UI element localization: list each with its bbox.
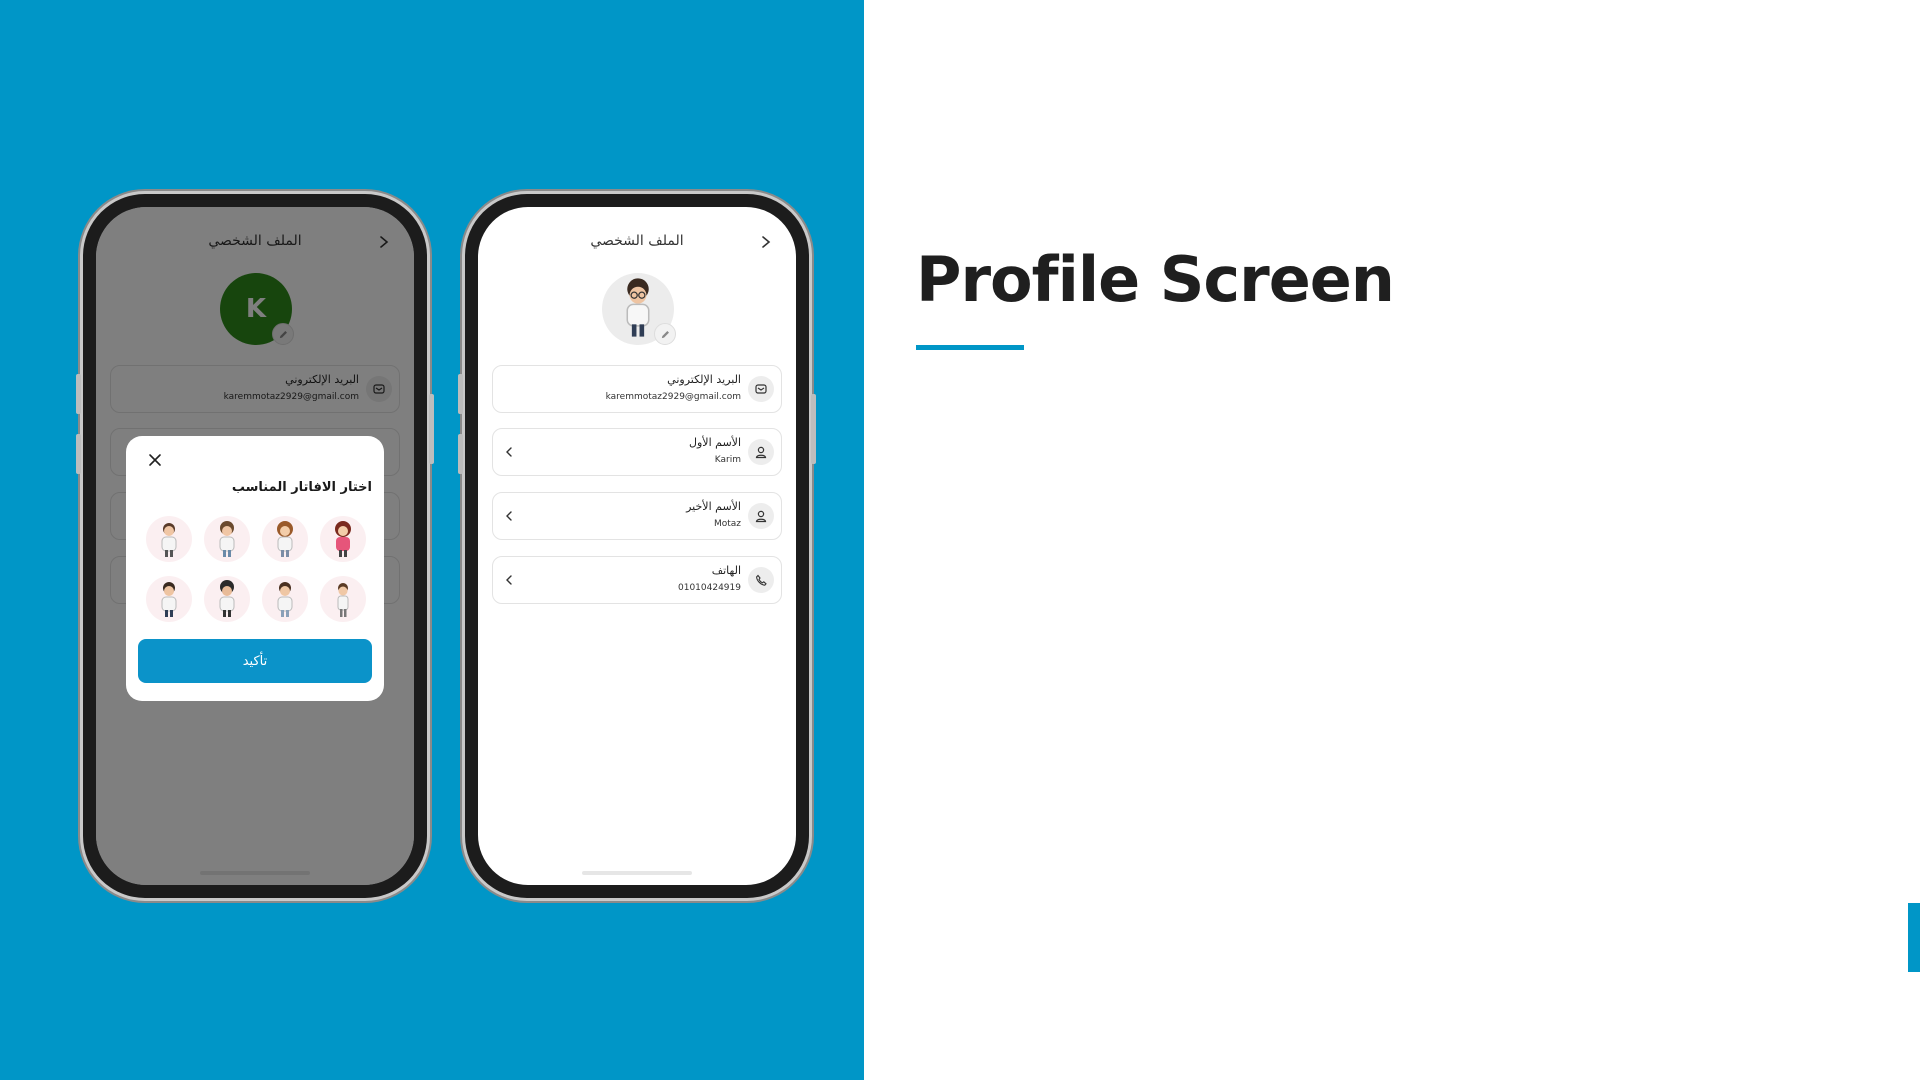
avatar-options-grid <box>140 516 372 628</box>
last-name-value: Motaz <box>713 519 741 529</box>
home-indicator <box>582 871 692 875</box>
email-value: karemmotaz2929@gmail.com <box>605 392 741 402</box>
confirm-button[interactable]: تأكيد <box>138 639 372 683</box>
avatar-option[interactable] <box>146 516 192 562</box>
chevron-left-icon <box>506 575 512 585</box>
volume-button <box>458 434 463 474</box>
chevron-right-icon[interactable] <box>758 234 774 250</box>
dialog-title: اختار الافاتار المناسب <box>231 480 372 495</box>
screen-title: الملف الشخصي <box>590 233 684 249</box>
chevron-left-icon <box>506 511 512 521</box>
top-bar: الملف الشخصي <box>478 207 796 273</box>
profile-avatar[interactable] <box>602 273 676 345</box>
avatar-option[interactable] <box>320 576 366 622</box>
heading-underline <box>916 345 1024 350</box>
person-icon <box>748 439 774 465</box>
phone-screen: الملف الشخصي K البريد الإلكتروني karemmo… <box>96 207 414 885</box>
volume-button <box>76 434 81 474</box>
pencil-icon[interactable] <box>654 323 676 345</box>
chevron-left-icon <box>506 447 512 457</box>
close-icon[interactable] <box>148 453 162 467</box>
volume-button <box>76 374 81 414</box>
phone-field[interactable]: الهاتف 01010424919 <box>492 556 782 604</box>
avatar-option[interactable] <box>262 516 308 562</box>
email-field: البريد الإلكتروني karemmotaz2929@gmail.c… <box>492 365 782 413</box>
person-icon <box>748 503 774 529</box>
avatar-option[interactable] <box>204 576 250 622</box>
power-button <box>429 394 434 464</box>
phone-icon <box>748 567 774 593</box>
last-name-field[interactable]: الأسم الأخير Motaz <box>492 492 782 540</box>
first-name-value: Karim <box>714 455 741 465</box>
avatar-picker-dialog: اختار الافاتار المناسب تأكيد <box>126 436 384 701</box>
phone-screen: الملف الشخصي البريد الإلكتروني karemmota… <box>478 207 796 885</box>
first-name-label: الأسم الأول <box>689 436 741 449</box>
avatar-option[interactable] <box>320 516 366 562</box>
power-button <box>811 394 816 464</box>
avatar-option[interactable] <box>146 576 192 622</box>
phone-mockup-profile: الملف الشخصي البريد الإلكتروني karemmota… <box>458 194 816 898</box>
phone-label: الهاتف <box>711 564 741 577</box>
envelope-icon <box>748 376 774 402</box>
edge-accent-tab <box>1908 903 1920 972</box>
last-name-label: الأسم الأخير <box>686 500 741 513</box>
phone-mockup-avatar-picker: الملف الشخصي K البريد الإلكتروني karemmo… <box>76 194 434 898</box>
first-name-field[interactable]: الأسم الأول Karim <box>492 428 782 476</box>
avatar-option[interactable] <box>262 576 308 622</box>
slide-heading: Profile Screen <box>916 243 1395 316</box>
volume-button <box>458 374 463 414</box>
avatar-option[interactable] <box>204 516 250 562</box>
phone-value: 01010424919 <box>678 583 741 593</box>
email-label: البريد الإلكتروني <box>667 373 741 386</box>
